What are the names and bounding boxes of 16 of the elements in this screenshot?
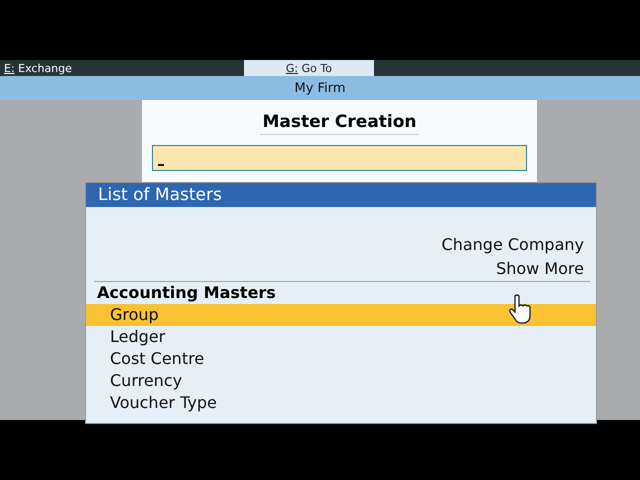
list-item[interactable]: Ledger — [86, 326, 596, 348]
menu-button[interactable]: G: Go To — [244, 60, 374, 76]
section-heading: Accounting Masters — [96, 282, 277, 304]
input-field[interactable] — [152, 145, 527, 171]
text-cursor — [158, 164, 164, 166]
popup-title: List of Masters — [86, 183, 596, 207]
list-item[interactable]: Currency — [86, 370, 596, 392]
company-name: My Firm — [294, 80, 346, 96]
list-item[interactable]: Cost Centre — [86, 348, 596, 370]
action-link[interactable]: Show More — [496, 257, 584, 281]
panel-title: Master Creation — [260, 112, 419, 135]
hand-pointer-icon — [509, 294, 531, 324]
action-link[interactable]: Change Company — [442, 233, 584, 257]
menu-button[interactable]: E: Exchange — [0, 60, 76, 76]
list-item[interactable]: Group — [86, 304, 596, 326]
list-item[interactable]: Voucher Type — [86, 392, 596, 414]
